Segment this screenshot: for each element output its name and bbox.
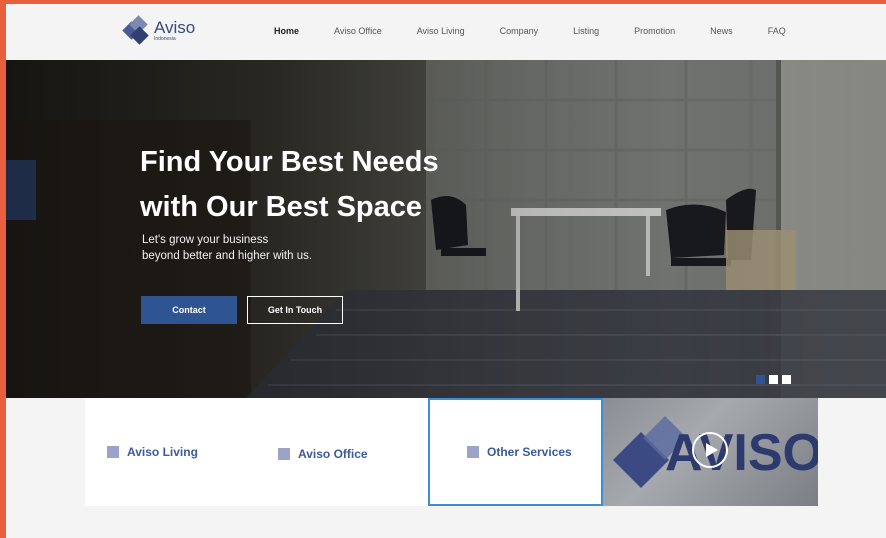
brand-subtitle: Indonesia [154, 35, 176, 42]
nav-listing[interactable]: Listing [573, 26, 599, 36]
brand-name: Aviso [154, 17, 196, 37]
square-icon [467, 446, 479, 458]
slider-dots [756, 375, 795, 384]
services-bar: Aviso Living Aviso Office Other Services [85, 398, 603, 506]
brand-logo[interactable]: Aviso Indonesia [122, 15, 196, 45]
navbar: Aviso Indonesia Home Aviso Office Aviso … [6, 4, 886, 60]
slider-dot-2[interactable] [769, 375, 778, 384]
hero-title: Find Your Best Needs with Our Best Space [140, 146, 439, 223]
service-aviso-living[interactable]: Aviso Living [107, 398, 198, 506]
main-nav: Home Aviso Office Aviso Living Company L… [274, 26, 821, 36]
svg-text:AVISO: AVISO [665, 424, 818, 482]
square-icon [278, 448, 290, 460]
square-icon [107, 446, 119, 458]
nav-company[interactable]: Company [500, 26, 539, 36]
nav-promotion[interactable]: Promotion [634, 26, 675, 36]
contact-button[interactable]: Contact [141, 296, 237, 324]
get-in-touch-button[interactable]: Get In Touch [247, 296, 343, 324]
hero-subtitle: Let's grow your business beyond better a… [142, 234, 313, 262]
nav-faq[interactable]: FAQ [768, 26, 786, 36]
nav-aviso-office[interactable]: Aviso Office [334, 26, 382, 36]
play-icon[interactable] [692, 432, 728, 468]
hero-banner: Find Your Best Needs with Our Best Space… [6, 60, 886, 398]
slider-dot-3[interactable] [782, 375, 791, 384]
nav-home[interactable]: Home [274, 26, 299, 36]
nav-aviso-living[interactable]: Aviso Living [417, 26, 465, 36]
slider-dot-1[interactable] [756, 375, 765, 384]
video-thumbnail[interactable]: AVISO [603, 398, 818, 506]
nav-news[interactable]: News [710, 26, 733, 36]
service-other-services[interactable]: Other Services [428, 398, 603, 506]
logo-mark-icon [122, 15, 150, 45]
service-aviso-office[interactable]: Aviso Office [278, 400, 368, 508]
page-frame: Aviso Indonesia Home Aviso Office Aviso … [6, 4, 886, 538]
